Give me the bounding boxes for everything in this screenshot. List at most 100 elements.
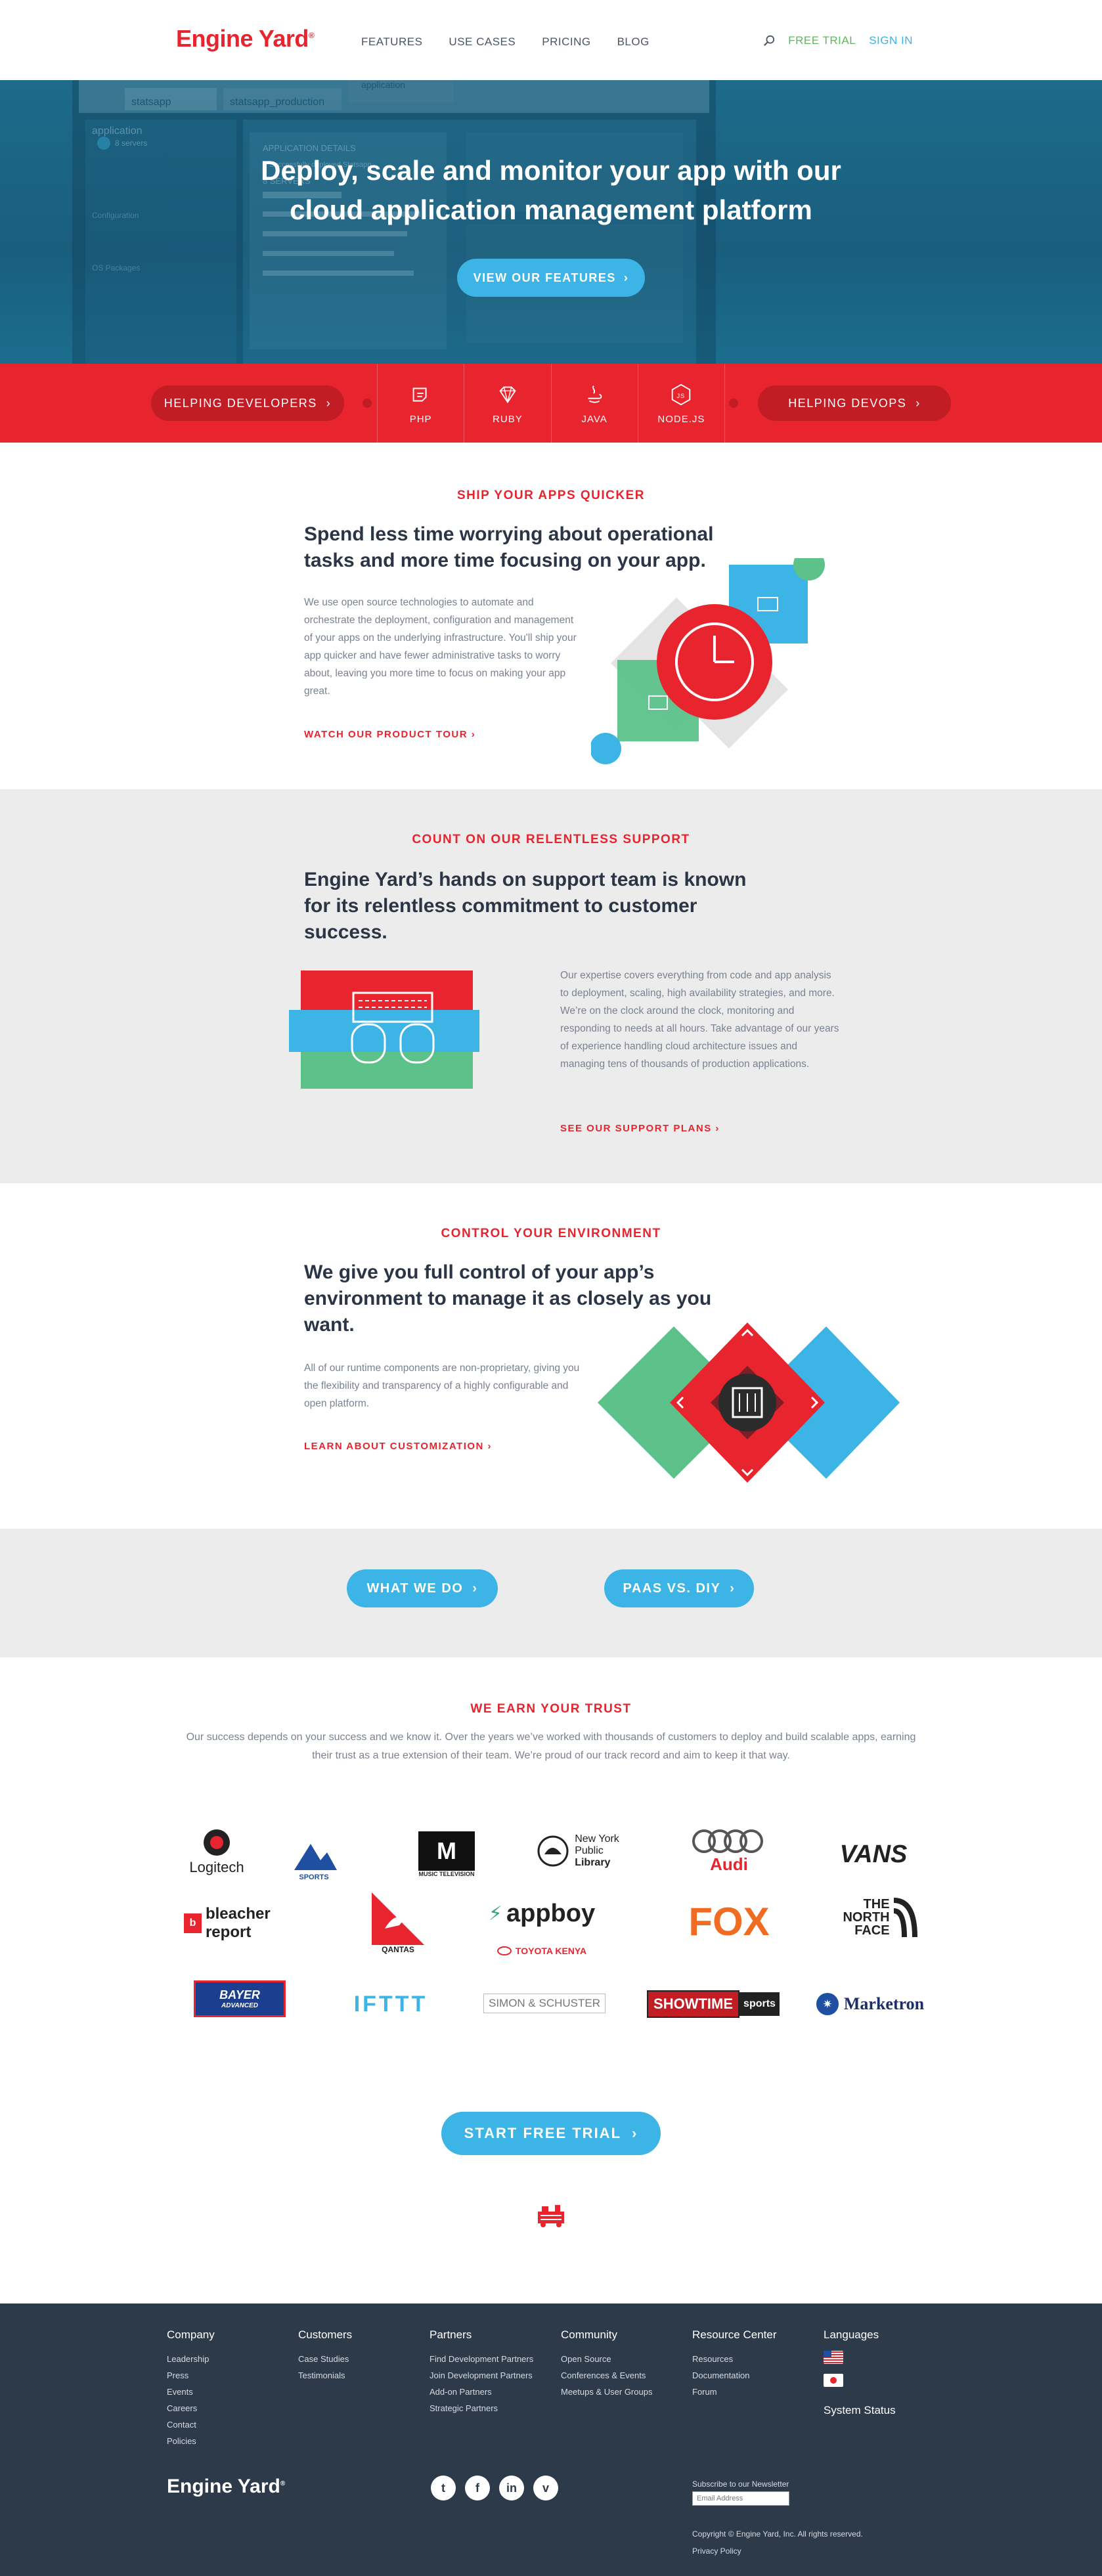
qantas-logo: QANTAS	[365, 1890, 431, 1956]
hero-title: Deploy, scale and monitor your app with …	[0, 151, 1102, 230]
bayer-line2: ADVANCED	[221, 2002, 258, 2009]
mtv-text: MUSIC TELEVISION	[418, 1871, 475, 1877]
social-links: t f in v	[431, 2476, 558, 2500]
hero-title-line2: cloud application management platform	[290, 194, 812, 225]
twitter-icon[interactable]: t	[431, 2476, 456, 2500]
facebook-icon[interactable]: f	[465, 2476, 490, 2500]
footer-link-forum[interactable]: Forum	[692, 2384, 777, 2400]
newsletter-signup: Subscribe to our Newsletter	[692, 2479, 789, 2506]
support-plans-label: SEE OUR SUPPORT PLANS	[560, 1123, 712, 1134]
privacy-policy-link[interactable]: Privacy Policy	[692, 2546, 741, 2556]
vimeo-icon[interactable]: v	[533, 2476, 558, 2500]
footer-link-documentation[interactable]: Documentation	[692, 2367, 777, 2384]
footer-link-press[interactable]: Press	[167, 2367, 215, 2384]
japan-flag-icon[interactable]	[824, 2374, 843, 2387]
footer-resources: Resource Center Resources Documentation …	[692, 2328, 777, 2400]
free-trial-link[interactable]: FREE TRIAL	[788, 34, 856, 47]
hero-banner: statsapp statsapp_production application…	[0, 80, 1102, 364]
logitech-mark	[204, 1829, 230, 1856]
helping-developers-label: HELPING DEVELOPERS	[164, 396, 317, 410]
footer-link-contact[interactable]: Contact	[167, 2416, 215, 2433]
search-icon[interactable]	[763, 35, 775, 47]
nav-blog[interactable]: BLOG	[617, 35, 650, 49]
bg-os-packages: OS Packages	[92, 263, 140, 273]
north-face-logo: THE NORTH FACE	[827, 1891, 933, 1944]
ship-clock-illustration	[591, 558, 825, 764]
paas-vs-diy-button[interactable]: PAAS VS. DIY ›	[604, 1569, 754, 1607]
marketron-text: Marketron	[843, 1994, 925, 2013]
k2-logo: SPORTS	[281, 1835, 347, 1887]
tech-php-label: PHP	[409, 413, 432, 425]
footer-link-resources[interactable]: Resources	[692, 2351, 777, 2367]
nypl-line1: New York	[575, 1833, 619, 1845]
helping-developers-button[interactable]: HELPING DEVELOPERS ›	[151, 385, 344, 421]
what-we-do-label: WHAT WE DO	[366, 1581, 464, 1596]
ifttt-logo: IFTTT	[353, 1991, 428, 2017]
right-divider-dot	[729, 399, 738, 408]
control-section: CONTROL YOUR ENVIRONMENT We give you ful…	[0, 1183, 1102, 1529]
footer-company-title: Company	[167, 2328, 215, 2341]
support-plans-link[interactable]: SEE OUR SUPPORT PLANS ›	[560, 1123, 720, 1134]
start-free-trial-button[interactable]: START FREE TRIAL ›	[441, 2112, 661, 2155]
newsletter-email-input[interactable]	[692, 2491, 789, 2506]
toyota-kenya-logo: TOYOTA KENYA	[479, 1942, 604, 1959]
train-icon	[538, 2205, 564, 2227]
engine-yard-logo[interactable]: Engine Yard®	[176, 25, 315, 53]
sign-in-link[interactable]: SIGN IN	[869, 34, 913, 47]
support-label: COUNT ON OUR RELENTLESS SUPPORT	[412, 833, 690, 846]
product-tour-link[interactable]: WATCH OUR PRODUCT TOUR ›	[304, 729, 475, 740]
tech-nodejs-label: NODE.JS	[657, 413, 705, 425]
customization-link[interactable]: LEARN ABOUT CUSTOMIZATION ›	[304, 1441, 492, 1452]
audi-text: Audi	[710, 1854, 748, 1874]
nypl-line2: Public	[575, 1845, 604, 1856]
nav-use-cases[interactable]: USE CASES	[449, 35, 516, 49]
tech-java[interactable]: JAVA	[550, 364, 638, 443]
nav-pricing[interactable]: PRICING	[542, 35, 590, 49]
control-label: CONTROL YOUR ENVIRONMENT	[441, 1227, 661, 1240]
footer-link-find-dev-partners[interactable]: Find Development Partners	[430, 2351, 533, 2367]
footer-link-testimonials[interactable]: Testimonials	[298, 2367, 352, 2384]
linkedin-icon[interactable]: in	[499, 2476, 524, 2500]
nav-features[interactable]: FEATURES	[361, 35, 422, 49]
trust-label: WE EARN YOUR TRUST	[470, 1702, 632, 1716]
footer-link-strategic-partners[interactable]: Strategic Partners	[430, 2400, 533, 2416]
cta-buttons-section: WHAT WE DO › PAAS VS. DIY ›	[0, 1529, 1102, 1657]
footer-link-meetups[interactable]: Meetups & User Groups	[561, 2384, 652, 2400]
helping-devops-button[interactable]: HELPING DEVOPS ›	[758, 385, 951, 421]
footer-link-careers[interactable]: Careers	[167, 2400, 215, 2416]
footer-link-conferences[interactable]: Conferences & Events	[561, 2367, 652, 2384]
ship-body: We use open source technologies to autom…	[304, 597, 577, 697]
tech-bar: HELPING DEVELOPERS › PHP RUBY JAVA JS NOD…	[0, 364, 1102, 443]
bleacher-report-logo: b bleacher report	[184, 1905, 309, 1941]
footer-link-events[interactable]: Events	[167, 2384, 215, 2400]
tech-ruby[interactable]: RUBY	[464, 364, 550, 443]
footer-link-open-source[interactable]: Open Source	[561, 2351, 652, 2367]
footer-link-addon-partners[interactable]: Add-on Partners	[430, 2384, 533, 2400]
chevron-right-icon: ›	[326, 396, 332, 410]
tech-php[interactable]: PHP	[377, 364, 464, 443]
left-divider-dot	[363, 399, 372, 408]
us-flag-icon[interactable]	[824, 2351, 843, 2364]
showtime-sports-logo: SHOWTIME sports	[647, 1988, 780, 2020]
site-footer: Company Leadership Press Events Careers …	[0, 2303, 1102, 2576]
footer-link-leadership[interactable]: Leadership	[167, 2351, 215, 2367]
footer-customers: Customers Case Studies Testimonials	[298, 2328, 352, 2384]
tech-ruby-label: RUBY	[493, 413, 523, 425]
marketron-logo: ✷ Marketron	[811, 1990, 929, 2019]
footer-link-policies[interactable]: Policies	[167, 2433, 215, 2449]
system-status-link[interactable]: System Status	[824, 2402, 896, 2418]
footer-community-title: Community	[561, 2328, 617, 2341]
what-we-do-button[interactable]: WHAT WE DO ›	[347, 1569, 498, 1607]
ship-section: SHIP YOUR APPS QUICKER Spend less time w…	[0, 443, 1102, 789]
ship-label: SHIP YOUR APPS QUICKER	[456, 489, 646, 502]
footer-link-case-studies[interactable]: Case Studies	[298, 2351, 352, 2367]
bayer-line1: BAYER	[219, 1988, 260, 2001]
newsletter-label: Subscribe to our Newsletter	[692, 2479, 789, 2489]
footer-link-join-dev-partners[interactable]: Join Development Partners	[430, 2367, 533, 2384]
tech-nodejs[interactable]: JS NODE.JS	[637, 364, 725, 443]
qantas-text: QANTAS	[382, 1945, 414, 1954]
mtv-logo: M MUSIC TELEVISION	[414, 1828, 479, 1881]
footer-logo[interactable]: Engine Yard®	[167, 2476, 285, 2498]
view-features-button[interactable]: VIEW OUR FEATURES ›	[457, 259, 645, 297]
bg-servers-count: 8 servers	[115, 139, 147, 148]
